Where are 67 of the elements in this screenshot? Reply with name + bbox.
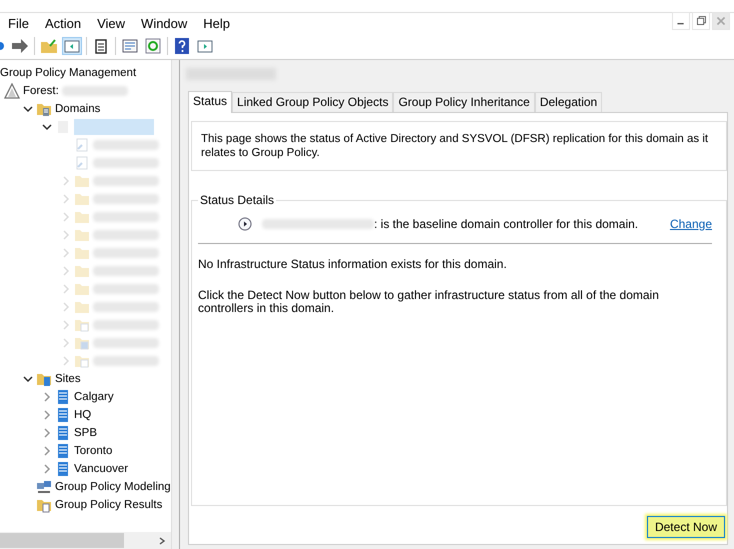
baseline-text: : is the baseline domain controller for this domain.: [374, 217, 638, 231]
description-text: This page shows the status of Active Directory and SYSVOL (DFSR) replication for this domain as it relates to Group Policy.: [191, 121, 727, 171]
folder-icon: [74, 173, 90, 189]
tree-item[interactable]: Group Policy Modeling: [55, 481, 171, 493]
collapse-chevron-icon[interactable]: [23, 374, 33, 384]
menu-item[interactable]: Help: [197, 16, 240, 30]
tab[interactable]: Linked Group Policy Objects: [232, 92, 394, 112]
computers-icon: [36, 479, 52, 495]
folder-icon: [74, 227, 90, 243]
menu-item[interactable]: Window: [135, 16, 198, 30]
folder-icon: [74, 317, 90, 333]
collapse-chevron-icon[interactable]: [23, 104, 33, 114]
forward-arrow-icon[interactable]: [11, 38, 29, 54]
tree-item[interactable]: Sites: [55, 373, 81, 385]
folder-icon: [74, 209, 90, 225]
tree-item[interactable]: Group Policy Management: [0, 67, 136, 79]
folder-icon: [74, 335, 90, 351]
minimize-icon[interactable]: [672, 12, 690, 30]
detect-now-button[interactable]: Detect Now: [646, 516, 725, 538]
tree-item[interactable]: Vancuover: [74, 463, 128, 475]
refresh-icon[interactable]: [144, 38, 162, 54]
building-icon: [55, 407, 71, 423]
change-link[interactable]: Change: [670, 217, 712, 231]
triangle-icon: [4, 83, 20, 99]
status-message: No Infrastructure Status information exists for this domain.: [198, 258, 508, 271]
play-circle-icon[interactable]: [238, 217, 252, 231]
menu-item[interactable]: View: [91, 16, 136, 30]
building-icon: [55, 443, 71, 459]
building-icon: [55, 461, 71, 477]
folder-icon: [74, 299, 90, 315]
folder-icon: [74, 191, 90, 207]
tree-item[interactable]: Toronto: [74, 445, 112, 457]
tree-item[interactable]: Group Policy Results: [55, 499, 162, 511]
pane-toggle-icon[interactable]: [196, 38, 214, 54]
document-icon: [74, 155, 90, 171]
folder-icon: [36, 371, 52, 387]
scroll-right-icon[interactable]: [157, 536, 167, 546]
tab[interactable]: Group Policy Inheritance: [393, 92, 535, 112]
tree-item[interactable]: SPB: [74, 427, 98, 439]
group-title: Status Details: [199, 193, 276, 207]
document-icon: [74, 137, 90, 153]
properties-icon[interactable]: [121, 38, 139, 54]
collapse-chevron-icon[interactable]: [42, 122, 52, 132]
scrollbar-thumb[interactable]: [0, 533, 124, 548]
building-icon: [55, 425, 71, 441]
tree-item[interactable]: Calgary: [74, 391, 114, 403]
tab[interactable]: Status: [188, 91, 232, 113]
tree-item[interactable]: Forest:: [23, 85, 59, 97]
menu-item[interactable]: Action: [38, 16, 92, 30]
help-icon[interactable]: [173, 38, 191, 54]
instruction-text: Click the Detect Now button below to gather infrastructure status from all of the domain controllers in this domain.: [198, 289, 660, 315]
menu-item[interactable]: File: [2, 16, 39, 30]
pane-toggle-icon[interactable]: [63, 38, 81, 54]
restore-icon[interactable]: [692, 12, 710, 30]
folder-icon: [36, 101, 52, 117]
folder-icon: [74, 263, 90, 279]
building-icon: [55, 389, 71, 405]
tree-item[interactable]: Domains: [55, 103, 100, 115]
tree-item[interactable]: HQ: [74, 409, 92, 421]
folder-icon: [74, 245, 90, 261]
folder-icon: [74, 353, 90, 369]
folder-icon: [36, 497, 52, 513]
folder-icon[interactable]: [40, 38, 58, 54]
redacted-label[interactable]: [74, 119, 154, 135]
vertical-scrollbar[interactable]: [171, 60, 180, 549]
folder-icon: [74, 281, 90, 297]
tab[interactable]: Delegation: [534, 92, 602, 112]
